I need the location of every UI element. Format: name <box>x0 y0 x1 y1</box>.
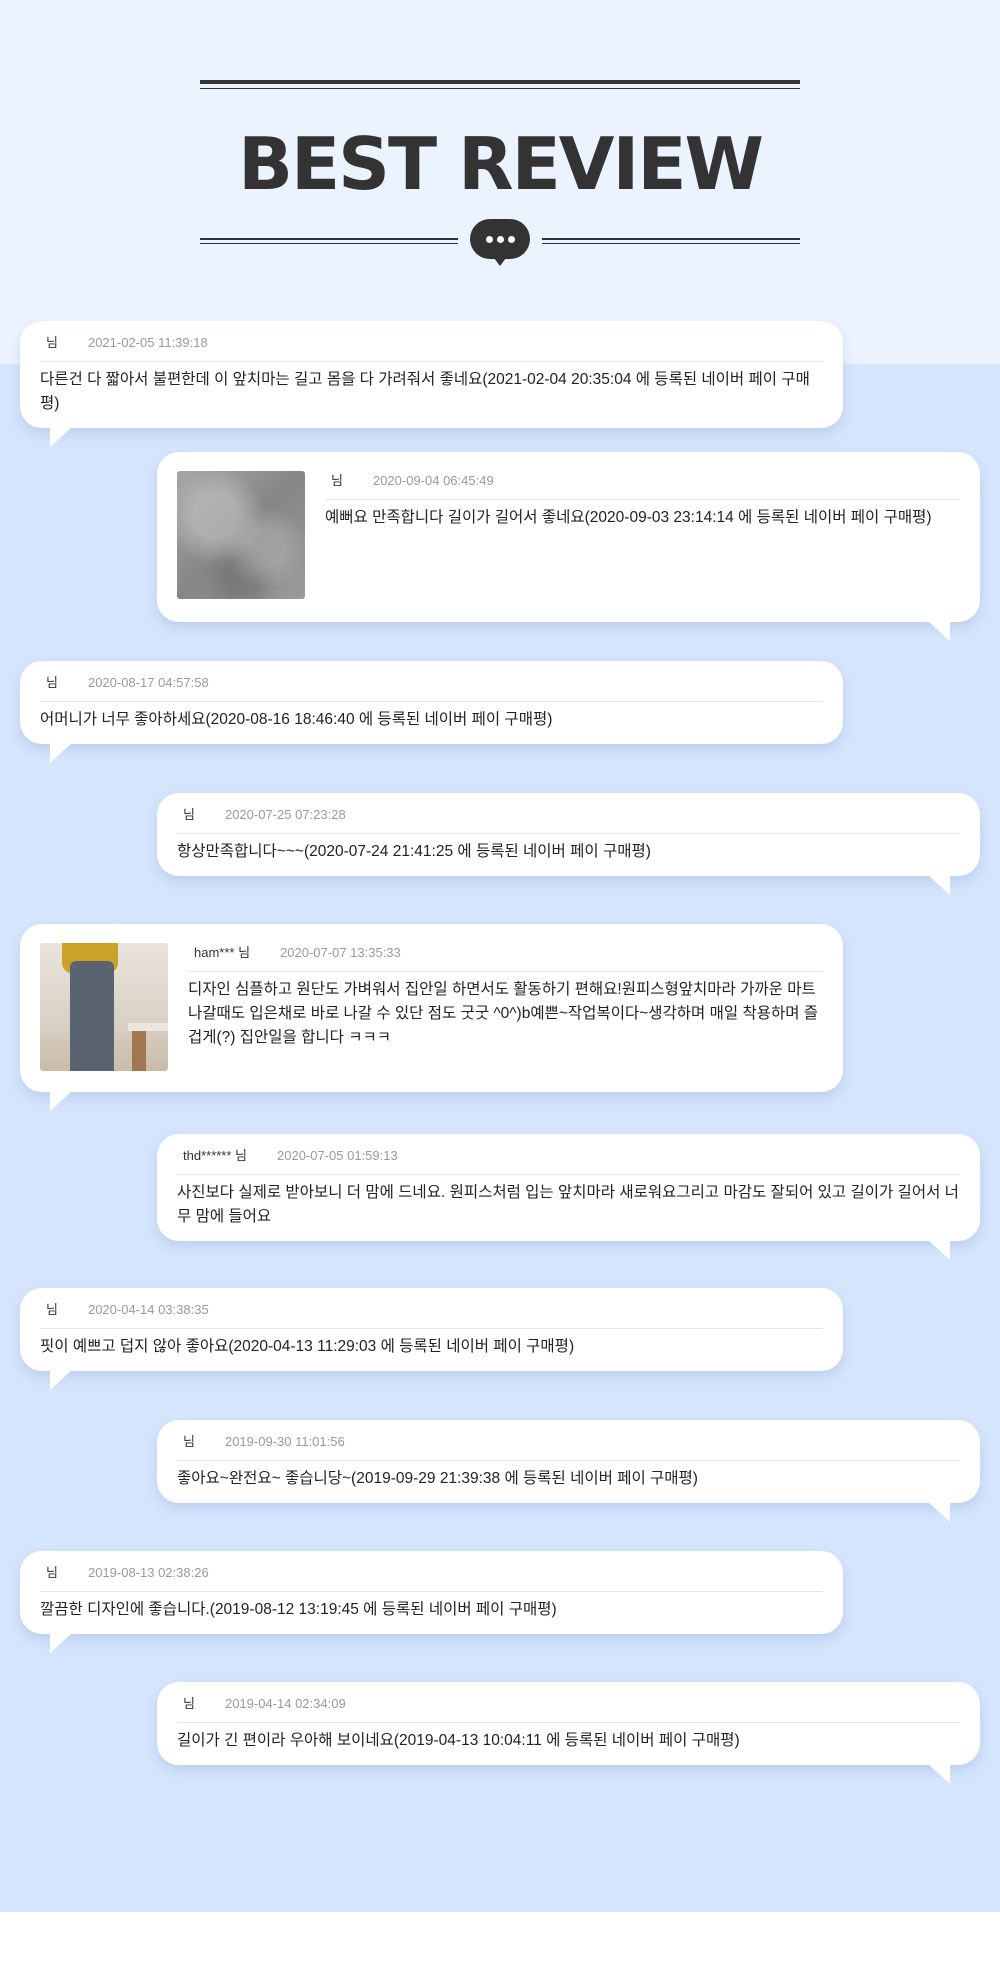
review-author: 님 <box>46 1565 58 1580</box>
review-date: 2019-09-30 11:01:56 <box>224 1434 345 1449</box>
review-content: 사진보다 실제로 받아보니 더 맘에 드네요. 원피스처럼 입는 앞치마라 새로… <box>177 1184 959 1225</box>
review-meta: 님 2021-02-05 11:39:18 <box>40 333 823 362</box>
header-divider-right <box>542 238 800 244</box>
review-meta: 님 2019-04-14 02:34:09 <box>177 1694 960 1723</box>
review-content: 다른건 다 짧아서 불편한데 이 앞치마는 길고 몸을 다 가려줘서 좋네요(2… <box>40 371 810 412</box>
review-card[interactable]: ham*** 님 2020-07-07 13:35:33 디자인 심플하고 원단도… <box>20 924 843 1111</box>
review-card[interactable]: 님 2021-02-05 11:39:18 다른건 다 짧아서 불편한데 이 앞치… <box>20 321 843 447</box>
review-author: 님 <box>183 807 195 822</box>
review-meta: 님 2020-07-25 07:23:28 <box>177 805 960 834</box>
review-author: 님 <box>46 675 58 690</box>
review-meta: 님 2020-04-14 03:38:35 <box>40 1300 823 1329</box>
header-top-rule <box>200 80 800 89</box>
review-card[interactable]: 님 2020-07-25 07:23:28 항상만족합니다~~~(2020-07-… <box>157 793 980 895</box>
review-card[interactable]: thd****** 님 2020-07-05 01:59:13 사진보다 실제로 … <box>157 1134 980 1260</box>
review-card[interactable]: 님 2019-04-14 02:34:09 길이가 긴 편이라 우아해 보이네요(… <box>157 1682 980 1784</box>
review-meta: 님 2019-09-30 11:01:56 <box>177 1432 960 1461</box>
review-photo[interactable] <box>177 471 305 599</box>
review-date: 2020-09-04 06:45:49 <box>372 473 494 488</box>
review-photo[interactable] <box>40 943 168 1071</box>
review-content: 예뻐요 만족합니다 길이가 길어서 좋네요(2020-09-03 23:14:1… <box>325 509 932 526</box>
review-date: 2021-02-05 11:39:18 <box>87 335 208 350</box>
review-author: thd****** 님 <box>183 1148 247 1163</box>
review-meta: 님 2020-08-17 04:57:58 <box>40 673 823 702</box>
review-card[interactable]: 님 2020-08-17 04:57:58 어머니가 너무 좋아하세요(2020-… <box>20 661 843 763</box>
review-content: 길이가 긴 편이라 우아해 보이네요(2019-04-13 10:04:11 에… <box>177 1732 740 1749</box>
review-card[interactable]: 님 2020-04-14 03:38:35 핏이 예쁘고 덥지 않아 좋아요(20… <box>20 1288 843 1390</box>
review-date: 2020-04-14 03:38:35 <box>87 1302 209 1317</box>
review-meta: 님 2020-09-04 06:45:49 <box>325 471 960 500</box>
review-author: ham*** 님 <box>194 945 251 960</box>
review-content: 어머니가 너무 좋아하세요(2020-08-16 18:46:40 에 등록된 … <box>40 711 553 728</box>
review-card[interactable]: 님 2019-08-13 02:38:26 깔끔한 디자인에 좋습니다.(2019… <box>20 1551 843 1653</box>
review-date: 2020-07-07 13:35:33 <box>280 945 401 960</box>
review-content: 항상만족합니다~~~(2020-07-24 21:41:25 에 등록된 네이버… <box>177 843 651 860</box>
review-author: 님 <box>46 335 58 350</box>
review-author: 님 <box>46 1302 58 1317</box>
review-content: 깔끔한 디자인에 좋습니다.(2019-08-12 13:19:45 에 등록된… <box>40 1601 557 1618</box>
review-date: 2019-08-13 02:38:26 <box>87 1565 209 1580</box>
review-meta: ham*** 님 2020-07-07 13:35:33 <box>188 943 823 972</box>
speech-bubble-icon <box>470 219 530 266</box>
review-date: 2020-07-25 07:23:28 <box>224 807 346 822</box>
review-content: 디자인 심플하고 원단도 가벼워서 집안일 하면서도 활동하기 편해요!원피스형… <box>188 981 819 1046</box>
review-content: 좋아요~완전요~ 좋습니당~(2019-09-29 21:39:38 에 등록된… <box>177 1470 698 1487</box>
review-card[interactable]: 님 2019-09-30 11:01:56 좋아요~완전요~ 좋습니당~(2019… <box>157 1420 980 1522</box>
page-title: BEST REVIEW <box>238 122 764 206</box>
review-meta: thd****** 님 2020-07-05 01:59:13 <box>177 1146 960 1175</box>
review-card[interactable]: 님 2020-09-04 06:45:49 예뻐요 만족합니다 길이가 길어서 좋… <box>157 452 980 641</box>
review-date: 2019-04-14 02:34:09 <box>224 1696 346 1711</box>
review-date: 2020-08-17 04:57:58 <box>87 675 209 690</box>
best-review-header: BEST REVIEW <box>0 0 1000 300</box>
review-date: 2020-07-05 01:59:13 <box>277 1148 398 1163</box>
review-author: 님 <box>331 473 343 488</box>
review-author: 님 <box>183 1696 195 1711</box>
review-author: 님 <box>183 1434 195 1449</box>
review-meta: 님 2019-08-13 02:38:26 <box>40 1563 823 1592</box>
review-content: 핏이 예쁘고 덥지 않아 좋아요(2020-04-13 11:29:03 에 등… <box>40 1338 575 1355</box>
header-divider-left <box>200 238 458 244</box>
